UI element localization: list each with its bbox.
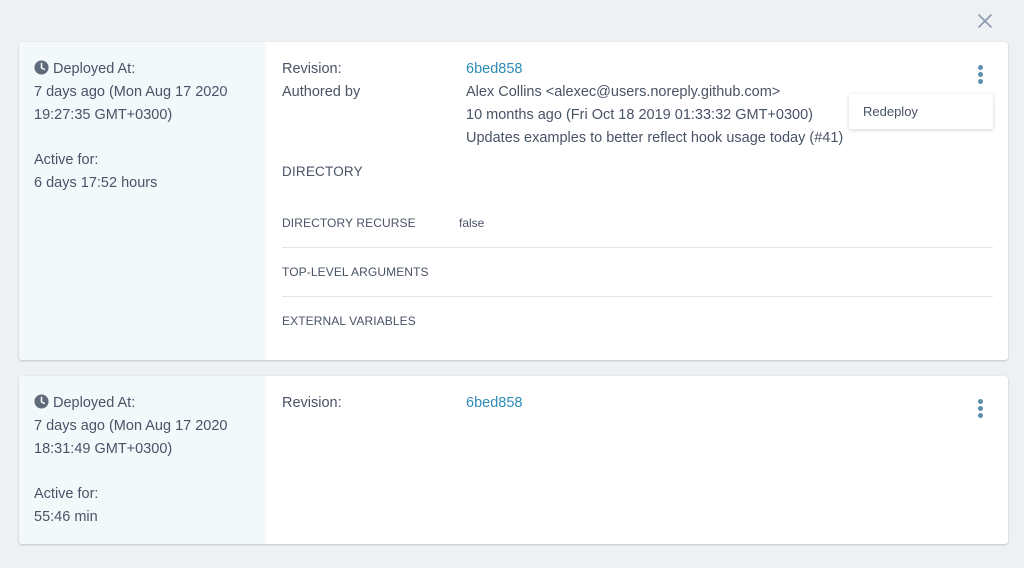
kebab-dot: [977, 79, 983, 84]
authored-by-label: Authored by: [282, 84, 361, 100]
deployment-card: Deployed At: 7 days ago (Mon Aug 17 2020…: [19, 376, 1008, 544]
deployment-card: Deployed At: 7 days ago (Mon Aug 17 2020…: [19, 42, 1008, 360]
revision-value[interactable]: 6bed858: [466, 395, 522, 411]
revision-value[interactable]: 6bed858: [466, 61, 522, 77]
kebab-dot: [977, 413, 983, 418]
revision-label: Revision:: [282, 395, 342, 411]
active-for-value: 55:46 min: [34, 509, 98, 525]
kebab-dot: [977, 72, 983, 77]
deployment-summary: Deployed At: 7 days ago (Mon Aug 17 2020…: [19, 376, 266, 544]
active-for-label: Active for:: [34, 152, 99, 168]
author-date: 10 months ago (Fri Oct 18 2019 01:33:32 …: [466, 107, 813, 123]
param-row: EXTERNAL VARIABLES: [282, 297, 993, 345]
author: Alex Collins <alexec@users.noreply.githu…: [466, 84, 781, 100]
more-options-button[interactable]: [974, 64, 986, 86]
param-name: EXTERNAL VARIABLES: [282, 314, 416, 328]
kebab-dot: [977, 65, 983, 70]
commit-message: Updates examples to better reflect hook …: [466, 130, 844, 146]
param-row: TOP-LEVEL ARGUMENTS: [282, 248, 993, 296]
kebab-dot: [977, 399, 983, 404]
close-icon: [978, 14, 992, 28]
deployed-relative: 7 days ago (Mon Aug 17 2020: [34, 84, 228, 100]
clock-icon: [34, 60, 49, 75]
kebab-dot: [977, 406, 983, 411]
active-for-label: Active for:: [34, 486, 99, 502]
param-value: false: [459, 216, 485, 230]
more-options-button[interactable]: [974, 398, 986, 420]
deployed-at-label: Deployed At:: [53, 395, 136, 411]
deployed-at-label: Deployed At:: [53, 61, 136, 77]
deployed-time: 18:31:49 GMT+0300): [34, 441, 173, 457]
deployment-details: Revision: 6bed858: [266, 376, 1008, 544]
revision-link[interactable]: 6bed858: [466, 392, 522, 415]
revision-label: Revision:: [282, 61, 342, 77]
param-row: DIRECTORY RECURSE false: [282, 199, 993, 247]
deployment-summary: Deployed At: 7 days ago (Mon Aug 17 2020…: [19, 42, 266, 360]
deployed-at-heading: Deployed At:: [34, 392, 135, 415]
more-options-menu: Redeploy: [849, 94, 993, 129]
deployed-at-heading: Deployed At:: [34, 58, 135, 81]
directory-section-title: DIRECTORY: [282, 164, 363, 179]
close-button[interactable]: [974, 10, 996, 32]
param-name: TOP-LEVEL ARGUMENTS: [282, 265, 429, 279]
clock-icon: [34, 394, 49, 409]
active-for-value: 6 days 17:52 hours: [34, 175, 158, 191]
deployed-time: 19:27:35 GMT+0300): [34, 107, 173, 123]
deployment-details: Revision: 6bed858 Authored by Alex Colli…: [266, 42, 1008, 360]
revision-link[interactable]: 6bed858: [466, 58, 522, 81]
param-name: DIRECTORY RECURSE: [282, 216, 416, 230]
redeploy-menu-item[interactable]: Redeploy: [863, 103, 918, 121]
deployed-relative: 7 days ago (Mon Aug 17 2020: [34, 418, 228, 434]
